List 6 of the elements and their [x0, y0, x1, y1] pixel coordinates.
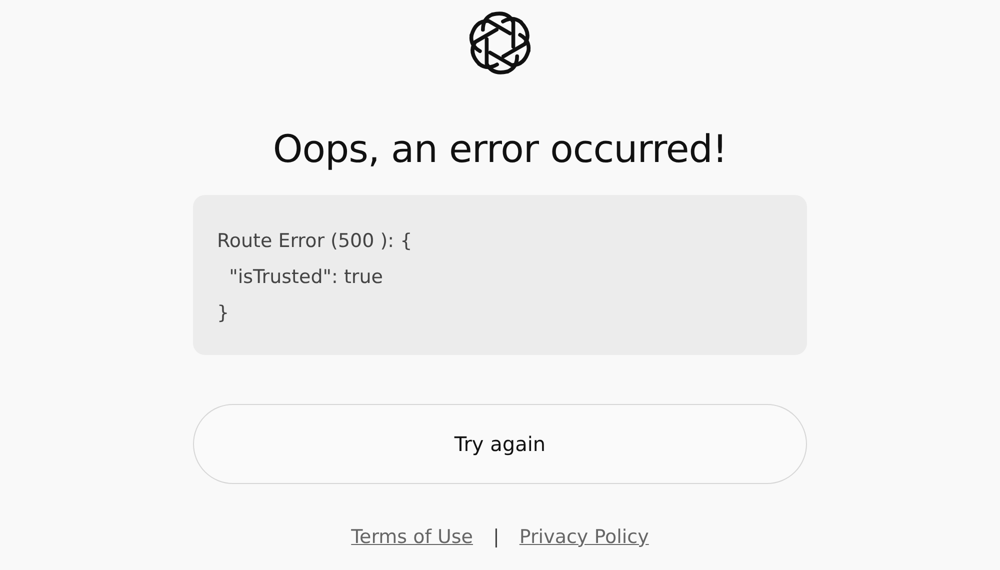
try-again-button[interactable]: Try again: [193, 404, 807, 484]
footer-link[interactable]: Terms of Use: [351, 526, 473, 548]
page-heading: Oops, an error occurred!: [272, 127, 728, 171]
error-message: Route Error (500 ): { "isTrusted": true }: [217, 229, 414, 326]
separator: |: [492, 526, 500, 548]
footer-link[interactable]: Privacy Policy: [519, 526, 649, 548]
